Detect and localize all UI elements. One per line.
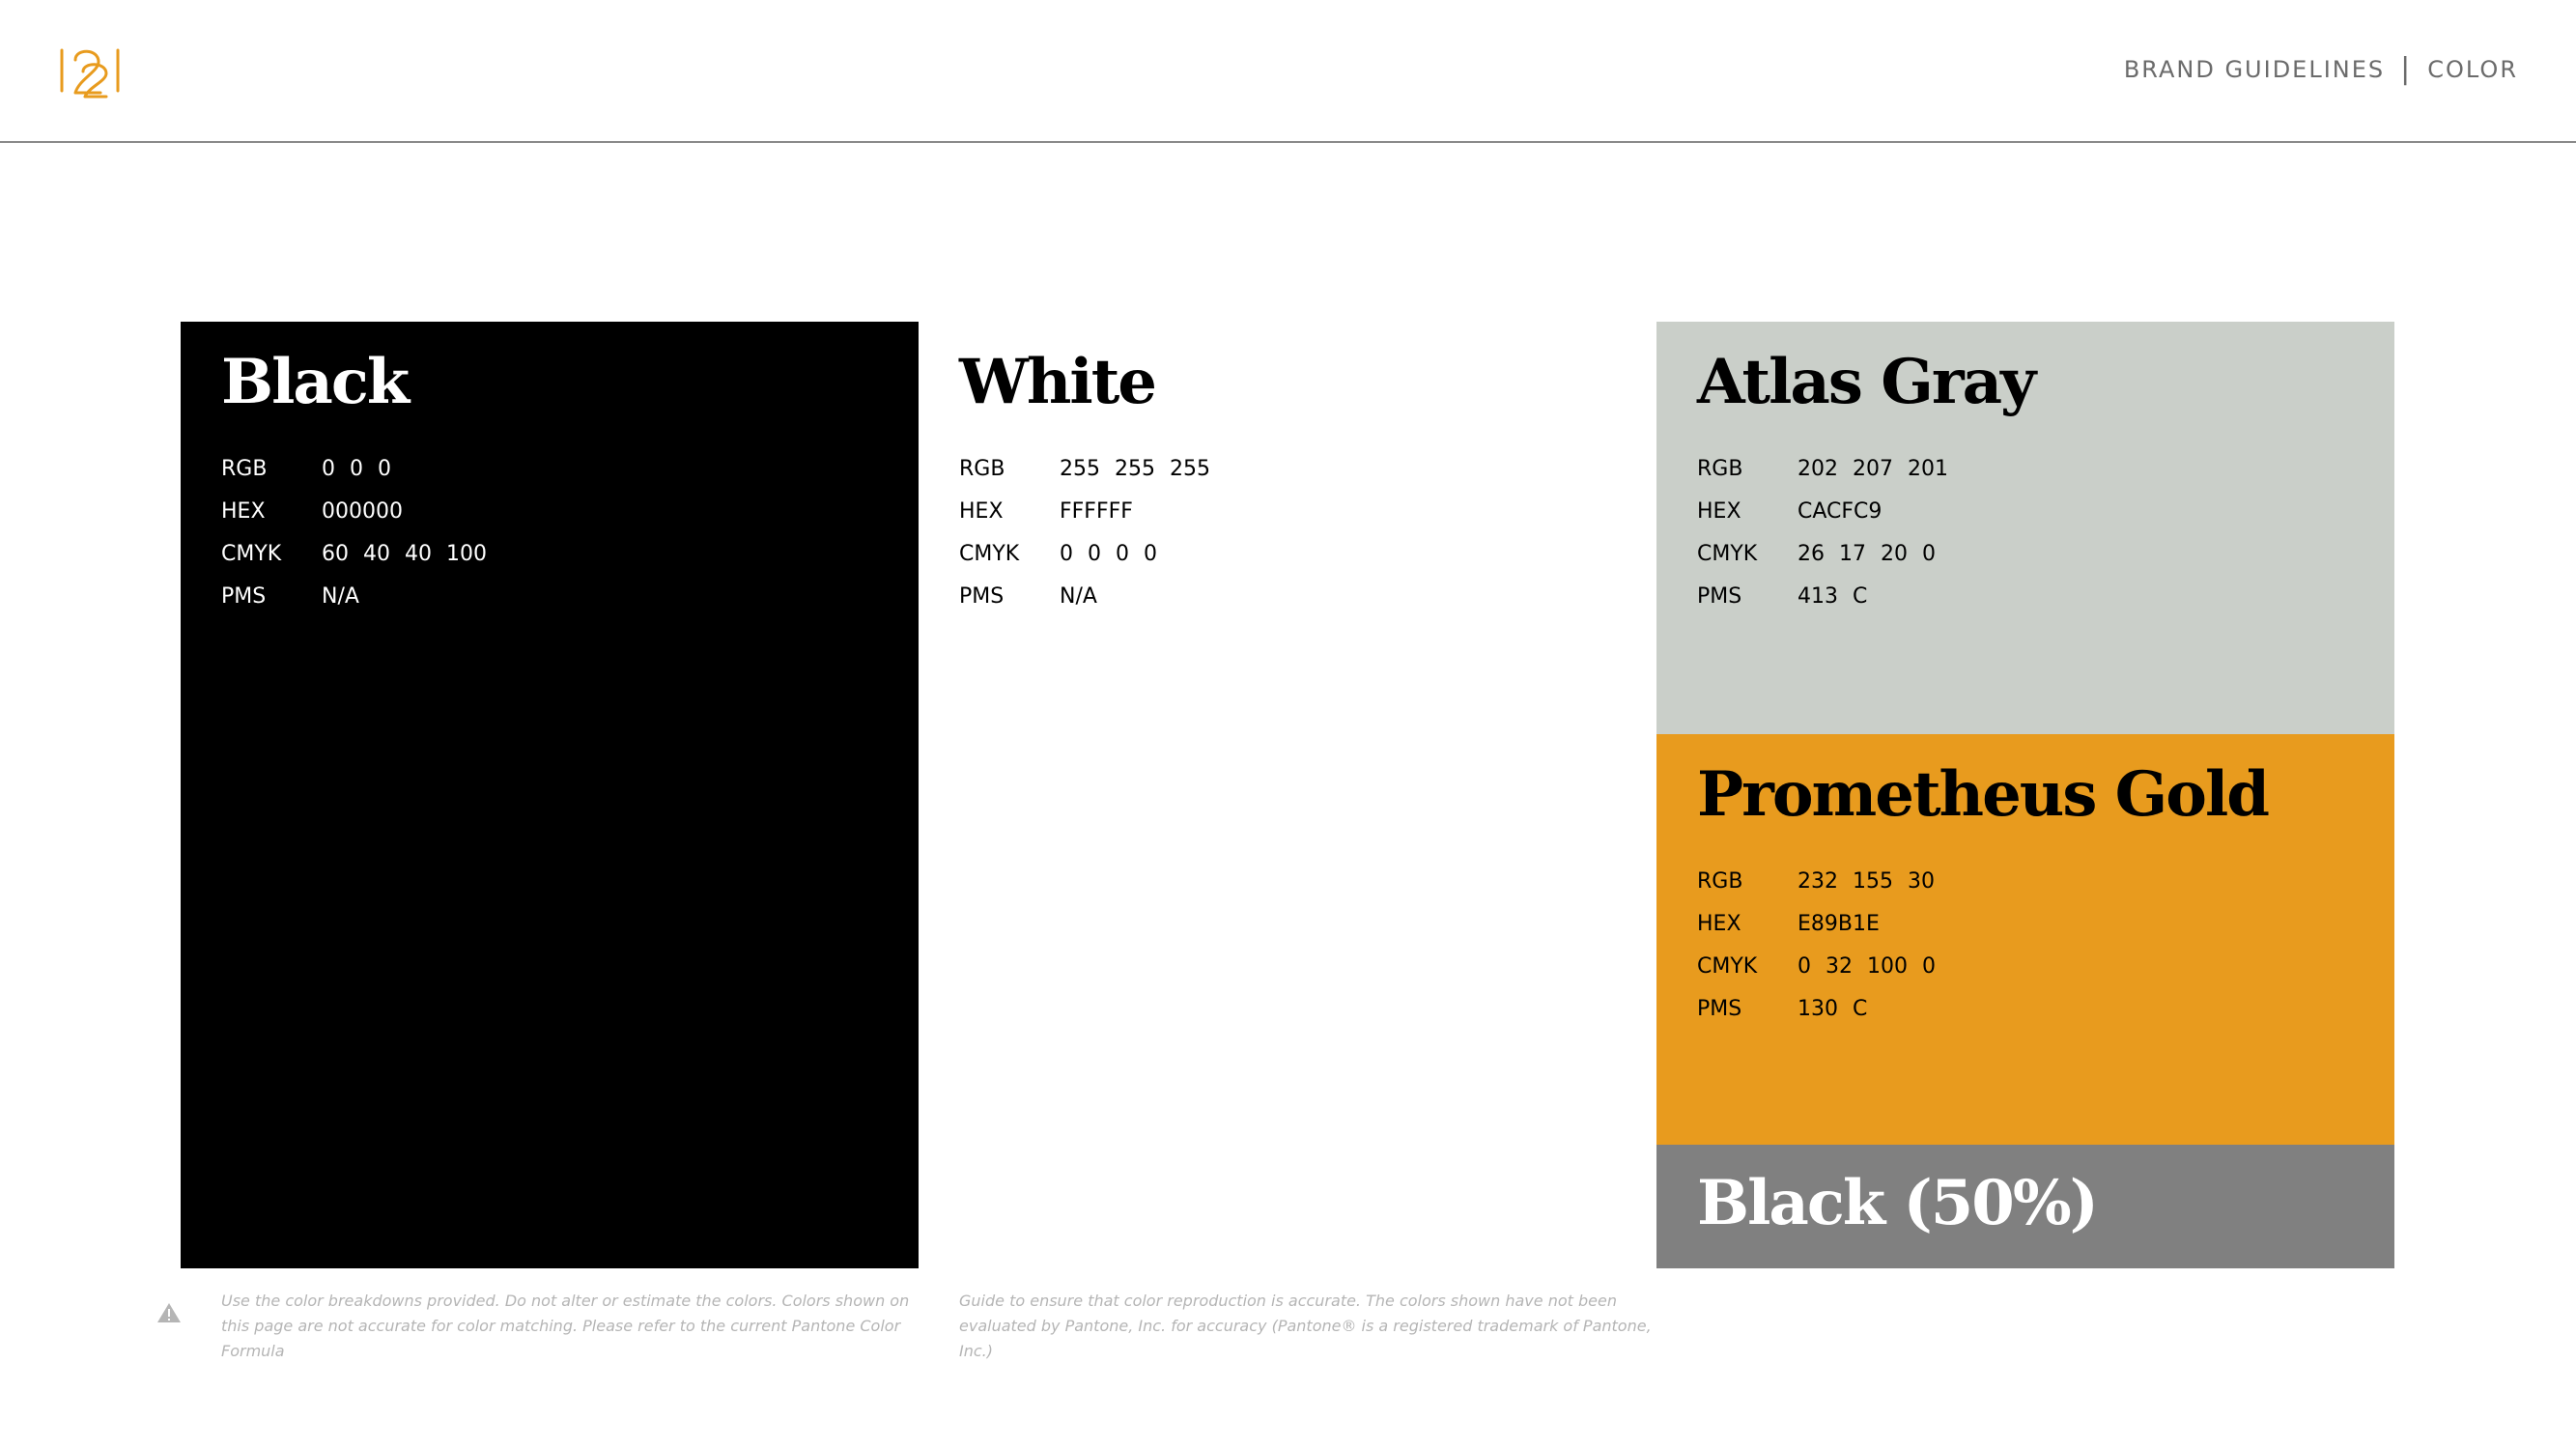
spec-hex: HEX E89B1E: [1697, 902, 1936, 945]
spec-cmyk: CMYK 0 32 100 0: [1697, 945, 1936, 987]
color-name: Black: [221, 346, 410, 418]
spec-rgb: RGB 232 155 30: [1697, 860, 1936, 902]
spec-label: RGB: [1697, 868, 1743, 894]
spec-value: 0 0 0: [322, 456, 391, 481]
swatch-black-50: Black (50%): [1656, 1145, 2394, 1268]
spec-value: N/A: [1060, 583, 1097, 609]
swatch-atlas-gray: Atlas Gray RGB 202 207 201 HEX CACFC9 CMYK…: [1656, 322, 2394, 734]
swatch-white: White RGB 255 255 255 HEX FFFFFF CMYK 0 0 0…: [919, 322, 1656, 1268]
disclaimer-text-col1: Use the color breakdowns provided. Do no…: [221, 1292, 910, 1360]
spec-label: PMS: [221, 583, 267, 609]
spec-pms: PMS 130 C: [1697, 987, 1936, 1030]
spec-pms: PMS 413 C: [1697, 575, 1948, 617]
spec-cmyk: CMYK 0 0 0 0: [959, 532, 1210, 575]
spec-value: 130 C: [1798, 996, 1868, 1021]
brand-logo: [60, 48, 120, 99]
spec-cmyk: CMYK 60 40 40 100: [221, 532, 487, 575]
nav-section-label: BRAND GUIDELINES: [2123, 56, 2386, 83]
spec-value: CACFC9: [1798, 498, 1882, 524]
swatch-black: Black RGB 0 0 0 HEX 000000 CMYK 60 40 40 10…: [181, 322, 919, 1268]
spec-label: PMS: [1697, 996, 1742, 1021]
color-specs: RGB 0 0 0 HEX 000000 CMYK 60 40 40 100 PMS N…: [221, 447, 487, 617]
spec-value: 0 0 0 0: [1060, 541, 1157, 566]
nav-page-label: COLOR: [2427, 56, 2518, 83]
spec-label: CMYK: [959, 541, 1020, 566]
spec-value: 26 17 20 0: [1798, 541, 1936, 566]
spec-pms: PMS N/A: [959, 575, 1210, 617]
spec-value: 202 207 201: [1798, 456, 1948, 481]
spec-value: 232 155 30: [1798, 868, 1935, 894]
spec-label: HEX: [1697, 498, 1741, 524]
color-name: Atlas Gray: [1697, 346, 2036, 418]
spec-cmyk: CMYK 26 17 20 0: [1697, 532, 1948, 575]
spec-hex: HEX FFFFFF: [959, 490, 1210, 532]
header-divider: [0, 141, 2576, 143]
spec-label: HEX: [221, 498, 266, 524]
spec-value: 255 255 255: [1060, 456, 1210, 481]
spec-rgb: RGB 0 0 0: [221, 447, 487, 490]
spec-label: CMYK: [1697, 953, 1758, 979]
spec-value: 0 32 100 0: [1798, 953, 1936, 979]
spec-label: HEX: [1697, 911, 1741, 936]
color-name: White: [959, 346, 1157, 418]
spec-pms: PMS N/A: [221, 575, 487, 617]
spec-value: 413 C: [1798, 583, 1868, 609]
spec-value: E89B1E: [1798, 911, 1880, 936]
spec-hex: HEX 000000: [221, 490, 487, 532]
spec-label: PMS: [1697, 583, 1742, 609]
color-specs: RGB 255 255 255 HEX FFFFFF CMYK 0 0 0 0 PMS…: [959, 447, 1210, 617]
spec-value: 60 40 40 100: [322, 541, 487, 566]
spec-label: RGB: [1697, 456, 1743, 481]
warning-icon: [157, 1303, 181, 1322]
spec-hex: HEX CACFC9: [1697, 490, 1948, 532]
spec-label: HEX: [959, 498, 1004, 524]
spec-value: FFFFFF: [1060, 498, 1133, 524]
header-breadcrumb: BRAND GUIDELINES | COLOR: [2123, 52, 2518, 86]
nav-separator: |: [2400, 52, 2413, 86]
color-specs: RGB 202 207 201 HEX CACFC9 CMYK 26 17 20 0 …: [1697, 447, 1948, 617]
spec-value: 000000: [322, 498, 403, 524]
spec-value: N/A: [322, 583, 359, 609]
color-name: Black (50%): [1697, 1167, 2099, 1239]
spec-label: RGB: [959, 456, 1005, 481]
spec-rgb: RGB 202 207 201: [1697, 447, 1948, 490]
spec-label: CMYK: [221, 541, 282, 566]
swatch-prometheus-gold: Prometheus Gold RGB 232 155 30 HEX E89B1E …: [1656, 734, 2394, 1145]
spec-label: RGB: [221, 456, 268, 481]
spec-label: PMS: [959, 583, 1005, 609]
color-name: Prometheus Gold: [1697, 758, 2270, 831]
spec-rgb: RGB 255 255 255: [959, 447, 1210, 490]
color-specs: RGB 232 155 30 HEX E89B1E CMYK 0 32 100 0 P…: [1697, 860, 1936, 1030]
spec-label: CMYK: [1697, 541, 1758, 566]
disclaimer-text-col2: Guide to ensure that color reproduction …: [959, 1292, 1652, 1360]
